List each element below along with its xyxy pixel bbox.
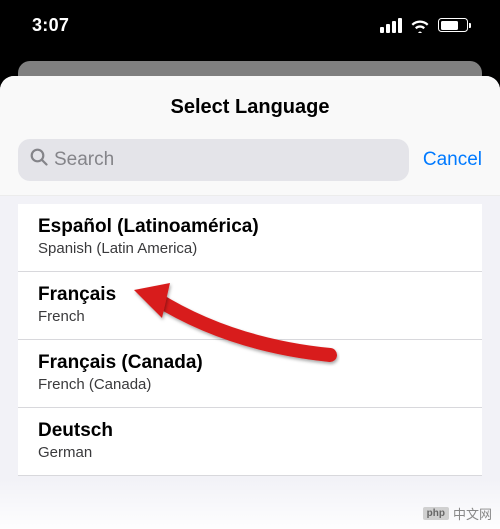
language-english: French (Canada): [38, 376, 462, 393]
language-list-container: Español (Latinoamérica) Spanish (Latin A…: [0, 196, 500, 476]
language-english: German: [38, 444, 462, 461]
sheet-title: Select Language: [0, 96, 500, 119]
language-list: Español (Latinoamérica) Spanish (Latin A…: [18, 204, 482, 476]
language-item-german[interactable]: Deutsch German: [18, 408, 482, 476]
language-item-spanish-la[interactable]: Español (Latinoamérica) Spanish (Latin A…: [18, 204, 482, 272]
status-bar: 3:07: [0, 0, 500, 50]
language-name: Deutsch: [38, 420, 462, 442]
language-name: Español (Latinoamérica): [38, 216, 462, 238]
search-icon: [30, 148, 48, 172]
wifi-icon: [410, 18, 430, 33]
cancel-button[interactable]: Cancel: [423, 149, 482, 171]
sheet-header: Select Language Cancel: [0, 76, 500, 196]
status-time: 3:07: [32, 15, 69, 36]
signal-icon: [380, 18, 402, 33]
language-name: Français: [38, 284, 462, 306]
search-field[interactable]: [18, 139, 409, 181]
battery-icon: [438, 18, 468, 32]
status-indicators: [380, 18, 468, 33]
watermark-logo: php: [423, 507, 449, 520]
watermark-text: 中文网: [453, 504, 492, 523]
language-item-french-ca[interactable]: Français (Canada) French (Canada): [18, 340, 482, 408]
search-input[interactable]: [54, 149, 397, 171]
language-sheet: Select Language Cancel Español (Latinoam…: [0, 76, 500, 529]
watermark: php 中文网: [423, 504, 492, 523]
language-english: Spanish (Latin America): [38, 240, 462, 257]
search-row: Cancel: [0, 139, 500, 195]
language-name: Français (Canada): [38, 352, 462, 374]
language-item-french[interactable]: Français French: [18, 272, 482, 340]
language-english: French: [38, 308, 462, 325]
